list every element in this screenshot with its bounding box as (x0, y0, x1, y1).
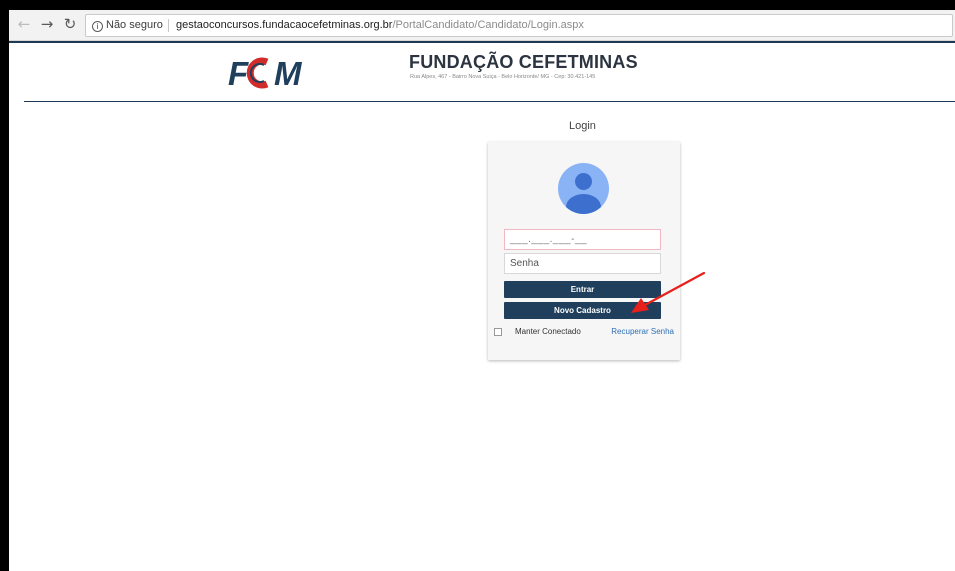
info-icon: i (92, 21, 103, 32)
user-avatar-icon (558, 163, 609, 214)
login-card: ___.___.___-__ Senha Entrar Novo Cadastr… (488, 142, 680, 360)
remember-label: Manter Conectado (515, 327, 581, 336)
address-separator (168, 19, 169, 32)
security-indicator[interactable]: i Não seguro (92, 15, 163, 36)
recover-password-link[interactable]: Recuperar Senha (611, 325, 674, 339)
avatar-head (575, 173, 592, 190)
url-domain: gestaoconcursos.fundacaocefetminas.org.b… (176, 19, 393, 31)
browser-toolbar: ← → ↻ i Não seguro gestaoconcursos.fundac… (9, 10, 955, 41)
annotation-arrow-icon (631, 271, 706, 313)
login-heading: Login (569, 120, 596, 132)
svg-text:M: M (274, 55, 303, 91)
fcm-logo: F M (228, 55, 303, 91)
header-divider (24, 101, 955, 102)
remember-row: Manter Conectado Recuperar Senha (494, 325, 674, 339)
cpf-input[interactable]: ___.___.___-__ (504, 229, 661, 250)
svg-text:F: F (228, 55, 249, 91)
organization-title: FUNDAÇÃO CEFETMINAS (409, 52, 638, 72)
back-arrow-icon[interactable]: ← (15, 14, 33, 34)
security-label: Não seguro (106, 19, 163, 31)
top-accent-line (9, 41, 955, 43)
url-path: /PortalCandidato/Candidato/Login.aspx (392, 19, 584, 31)
forward-arrow-icon[interactable]: → (38, 14, 56, 34)
reload-icon[interactable]: ↻ (61, 14, 79, 34)
remember-checkbox[interactable] (494, 328, 502, 336)
screen: ← → ↻ i Não seguro gestaoconcursos.fundac… (9, 10, 955, 571)
organization-address: Rua Alpes, 467 - Bairro Nova Suiça - Bel… (410, 74, 596, 80)
address-bar[interactable]: i Não seguro gestaoconcursos.fundacaocefe… (85, 14, 953, 37)
avatar-body (566, 194, 601, 214)
url-text[interactable]: gestaoconcursos.fundacaocefetminas.org.b… (176, 15, 584, 36)
